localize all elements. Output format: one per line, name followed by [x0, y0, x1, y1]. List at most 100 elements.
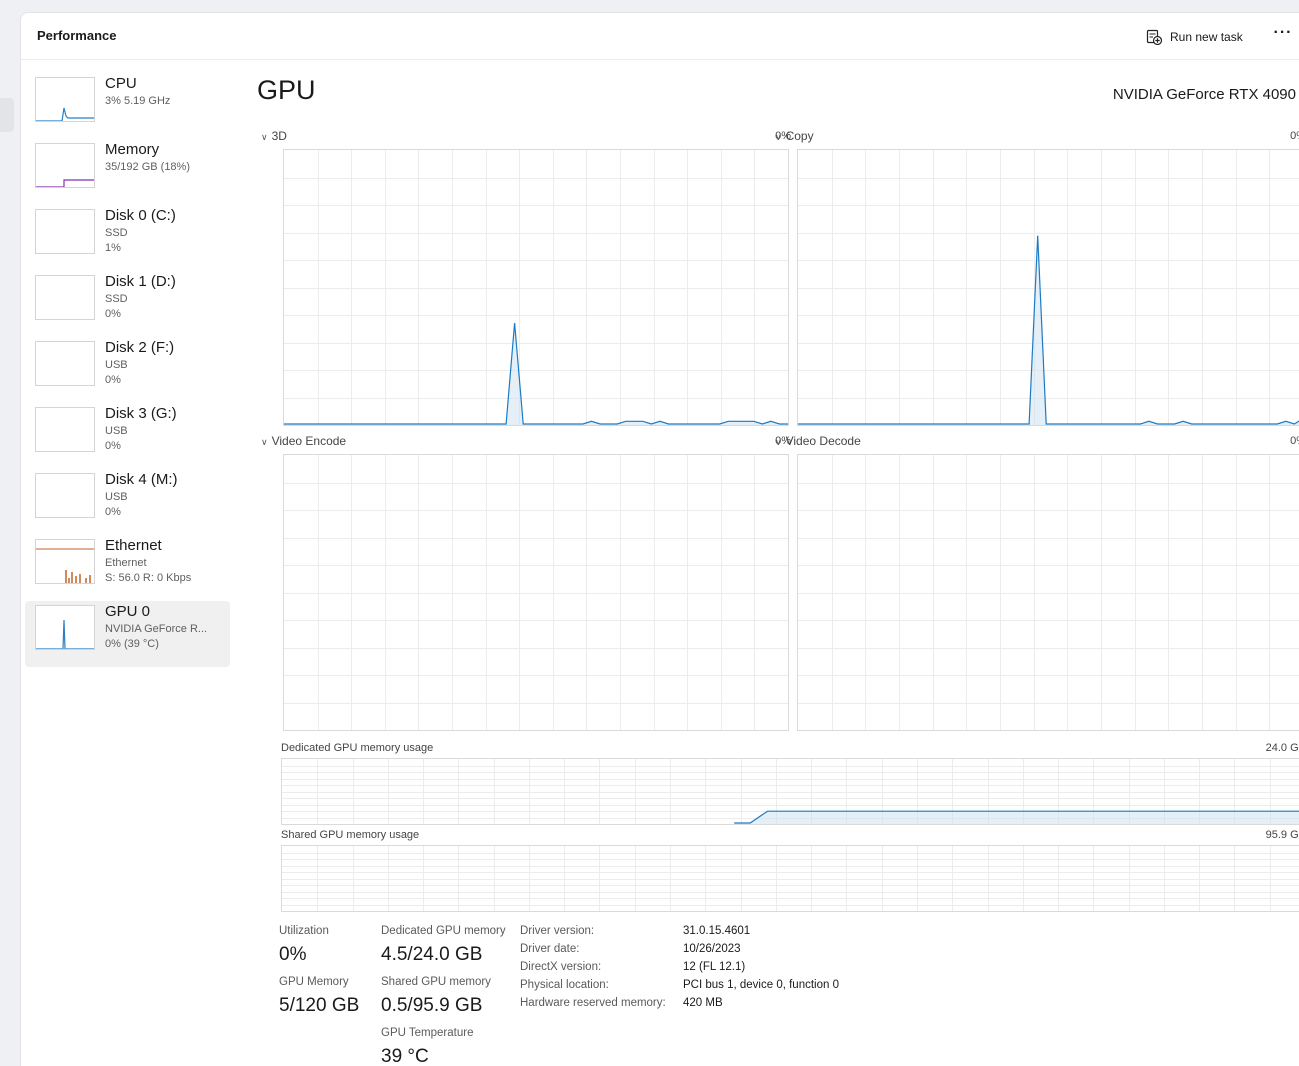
sidebar-item-detail: 0% (39 °C) — [105, 638, 159, 650]
sidebar-item-detail: 35/192 GB (18%) — [105, 161, 190, 173]
sidebar-item-detail: 0% — [105, 374, 121, 386]
sidebar-item-detail: SSD — [105, 227, 128, 239]
property-value: PCI bus 1, device 0, function 0 — [683, 979, 839, 991]
property-key: Hardware reserved memory: — [520, 997, 666, 1009]
sidebar-item-disk-1-d[interactable]: Disk 1 (D:) SSD 0% — [25, 271, 230, 337]
backdrop-nav-highlight — [0, 98, 14, 132]
utilization-label: Utilization — [279, 925, 329, 937]
series-area — [284, 323, 788, 425]
engine-graph-video-encode — [283, 454, 789, 731]
property-value: 12 (FL 12.1) — [683, 961, 746, 973]
engine-selector-video-decode[interactable]: ∨ Video Decode — [775, 434, 861, 448]
series-area — [798, 235, 1299, 425]
graph-svg — [798, 150, 1299, 425]
run-new-task-button[interactable]: Run new task — [1146, 25, 1243, 49]
sidebar-item-ethernet[interactable]: Ethernet Ethernet S: 56.0 R: 0 Kbps — [25, 535, 230, 601]
sidebar-item-detail: USB — [105, 425, 128, 437]
gpu-thumbnail — [35, 605, 95, 650]
sidebar-item-detail: SSD — [105, 293, 128, 305]
chevron-down-icon: ∨ — [775, 132, 782, 142]
temperature-stat-value: 39 °C — [381, 1046, 429, 1066]
thumbnail-sparkline — [36, 619, 94, 649]
graph-svg — [282, 759, 1299, 824]
sidebar-item-disk-3-g[interactable]: Disk 3 (G:) USB 0% — [25, 403, 230, 469]
dedicated-memory-stat-label: Dedicated GPU memory — [381, 925, 506, 937]
task-manager-window: Performance Run new task ··· CPU 3% 5.19 … — [20, 12, 1299, 1066]
property-value: 420 MB — [683, 997, 723, 1009]
sidebar-item-name: Ethernet — [105, 537, 162, 554]
cpu-thumbnail — [35, 77, 95, 122]
chevron-down-icon: ∨ — [261, 132, 268, 142]
engine-label: Video Decode — [785, 434, 861, 448]
sidebar-item-disk-0-c[interactable]: Disk 0 (C:) SSD 1% — [25, 205, 230, 271]
sidebar-item-detail: USB — [105, 359, 128, 371]
dedicated-memory-stat-value: 4.5/24.0 GB — [381, 944, 483, 965]
engine-graph-copy — [797, 149, 1299, 426]
disk-thumbnail — [35, 275, 95, 320]
sidebar-item-name: Disk 1 (D:) — [105, 273, 176, 290]
sidebar-item-name: Memory — [105, 141, 160, 158]
property-value: 10/26/2023 — [683, 943, 741, 955]
chevron-down-icon: ∨ — [261, 437, 268, 447]
shared-memory-stat-label: Shared GPU memory — [381, 976, 491, 988]
sidebar-item-detail: 1% — [105, 242, 121, 254]
run-task-icon — [1146, 29, 1162, 45]
gpu-memory-stat-value: 5/120 GB — [279, 995, 360, 1016]
graph-svg — [282, 846, 1299, 911]
sidebar-item-cpu[interactable]: CPU 3% 5.19 GHz — [25, 73, 230, 139]
sidebar-item-disk-2-f[interactable]: Disk 2 (F:) USB 0% — [25, 337, 230, 403]
property-key: Driver date: — [520, 943, 580, 955]
page-title: Performance — [37, 28, 117, 43]
property-key: Driver version: — [520, 925, 595, 937]
dedicated-memory-label: Dedicated GPU memory usage — [281, 742, 434, 754]
memory-thumbnail — [35, 143, 95, 188]
series-area — [734, 811, 1299, 824]
engine-label: Copy — [785, 129, 814, 143]
disk-thumbnail — [35, 209, 95, 254]
device-list: CPU 3% 5.19 GHz Memory 35/192 GB (18%) Disk … — [25, 73, 230, 667]
thumbnail-sparkline — [36, 107, 94, 121]
sidebar-item-memory[interactable]: Memory 35/192 GB (18%) — [25, 139, 230, 205]
sidebar-item-name: GPU 0 — [105, 603, 151, 620]
sidebar-item-name: Disk 2 (F:) — [105, 339, 175, 356]
series-line — [284, 322, 788, 425]
sidebar-item-detail: 0% — [105, 440, 121, 452]
graph-svg — [798, 455, 1299, 730]
sidebar-item-detail: 0% — [105, 506, 121, 518]
engine-graph-3d — [283, 149, 789, 426]
sidebar-item-name: Disk 3 (G:) — [105, 405, 177, 422]
series-line — [798, 235, 1299, 425]
shared-memory-label: Shared GPU memory usage — [281, 829, 420, 841]
disk-thumbnail — [35, 341, 95, 386]
sidebar-item-disk-4-m[interactable]: Disk 4 (M:) USB 0% — [25, 469, 230, 535]
sidebar-item-name: CPU — [105, 75, 137, 92]
engine-percent: 0% — [1290, 130, 1299, 142]
run-new-task-label: Run new task — [1170, 30, 1243, 44]
ethernet-thumbnail — [35, 539, 95, 584]
shared-memory-max: 95.9 GB — [1265, 829, 1299, 841]
graph-svg — [284, 150, 788, 425]
sidebar-item-detail: NVIDIA GeForce R... — [105, 623, 208, 635]
sidebar-item-detail: Ethernet — [105, 557, 147, 569]
utilization-value: 0% — [279, 944, 307, 965]
gpu-memory-stat-label: GPU Memory — [279, 976, 349, 988]
sidebar-item-name: Disk 4 (M:) — [105, 471, 178, 488]
graph-svg — [284, 455, 788, 730]
sparkline-line — [36, 179, 94, 187]
disk-thumbnail — [35, 407, 95, 452]
more-options-button[interactable]: ··· — [1271, 23, 1295, 47]
property-key: DirectX version: — [520, 961, 602, 973]
engine-graph-video-decode — [797, 454, 1299, 731]
chevron-down-icon: ∨ — [775, 437, 782, 447]
disk-thumbnail — [35, 473, 95, 518]
engine-selector-copy[interactable]: ∨ Copy — [775, 129, 814, 143]
thumbnail-sparkline — [36, 179, 94, 187]
dedicated-memory-max: 24.0 GB — [1265, 742, 1299, 754]
shared-memory-graph — [281, 845, 1299, 912]
engine-label: 3D — [271, 129, 287, 143]
sidebar-item-gpu-0[interactable]: GPU 0 NVIDIA GeForce R... 0% (39 °C) — [25, 601, 230, 667]
engine-label: Video Encode — [271, 434, 347, 448]
engine-selector-3d[interactable]: ∨ 3D — [261, 129, 287, 143]
engine-selector-video-encode[interactable]: ∨ Video Encode — [261, 434, 346, 448]
device-title: GPU — [257, 75, 316, 105]
